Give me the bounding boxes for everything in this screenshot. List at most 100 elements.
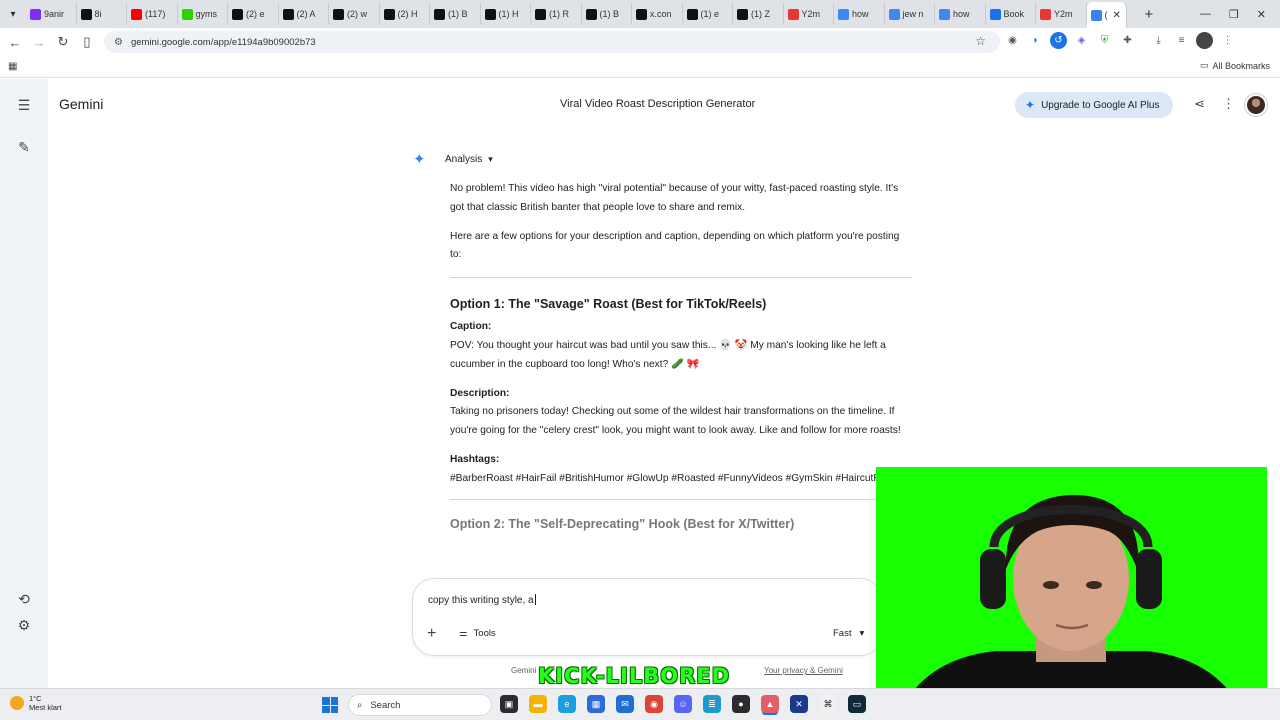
- site-info-icon[interactable]: ⚙: [114, 37, 123, 48]
- browser-tab[interactable]: Book: [986, 3, 1036, 25]
- extension-purple-icon[interactable]: ◈: [1073, 32, 1090, 49]
- browser-tab[interactable]: (1) H: [481, 3, 531, 25]
- side-panel-icon[interactable]: ▯: [75, 30, 99, 54]
- windows-start-icon[interactable]: [322, 697, 338, 713]
- chevron-down-icon: ▾: [859, 628, 865, 639]
- scroll-fade: [440, 550, 880, 580]
- minimize-icon[interactable]: —: [1200, 8, 1211, 20]
- tools-button[interactable]: ⚌ Tools: [459, 628, 496, 639]
- upgrade-button[interactable]: ✦ Upgrade to Google AI Plus: [1015, 92, 1173, 118]
- browser-tab[interactable]: x.con: [632, 3, 683, 25]
- bookmark-star-icon[interactable]: ☆: [975, 34, 986, 48]
- x-icon: [484, 8, 496, 20]
- gemini-brand[interactable]: Gemini: [59, 96, 103, 112]
- text-caret: [534, 594, 536, 605]
- profile-avatar-icon[interactable]: [1196, 32, 1213, 49]
- terminal-icon[interactable]: ▭: [848, 695, 866, 713]
- edge-icon[interactable]: e: [558, 695, 576, 713]
- browser-tab[interactable]: (1) Z: [733, 3, 784, 25]
- browser-tab[interactable]: jew n: [885, 3, 935, 25]
- browser-tab[interactable]: (1) e: [683, 3, 733, 25]
- download-icon[interactable]: ⤓: [1150, 32, 1167, 49]
- browser-tab[interactable]: Y2m: [1036, 3, 1087, 25]
- extension-blue-icon[interactable]: ↺: [1050, 32, 1067, 49]
- forward-button[interactable]: →: [27, 30, 51, 54]
- browser-tab[interactable]: gyms: [178, 3, 228, 25]
- back-button[interactable]: ←: [3, 30, 27, 54]
- x-icon: [383, 8, 395, 20]
- tab-label: (1) B: [599, 9, 620, 19]
- tab-search-icon[interactable]: ▾: [0, 0, 26, 28]
- x-icon: [282, 8, 294, 20]
- apps-grid-icon[interactable]: ▦: [8, 61, 17, 72]
- browser-tab-strip: ▾ 9anir 8i (117) gyms (2) e (2) A (2) w (2) H (1…: [0, 0, 1280, 28]
- shield-extension-icon[interactable]: ⛨: [1096, 32, 1113, 49]
- main-menu-icon[interactable]: ☰: [14, 95, 34, 115]
- new-tab-button[interactable]: +: [1138, 3, 1160, 25]
- capcut-icon[interactable]: ✕: [790, 695, 808, 713]
- settings-icon[interactable]: ⚙: [14, 615, 34, 635]
- weather-widget[interactable]: 1°C Mest klart: [10, 694, 62, 712]
- browser-tab[interactable]: (2) w: [329, 3, 380, 25]
- streamer-figure: [896, 495, 1247, 720]
- extensions-puzzle-icon[interactable]: ✚: [1119, 32, 1136, 49]
- model-selector-label[interactable]: Analysis: [445, 154, 482, 165]
- share-icon[interactable]: ⋖: [1194, 96, 1205, 112]
- browser-tab[interactable]: 9anir: [26, 3, 77, 25]
- reading-list-icon[interactable]: ≡: [1173, 32, 1190, 49]
- close-tab-icon[interactable]: ✕: [1113, 10, 1121, 21]
- all-bookmarks-button[interactable]: ▭ All Bookmarks: [1200, 60, 1270, 71]
- store-icon[interactable]: ▦: [587, 695, 605, 713]
- browser-tab[interactable]: (2) H: [380, 3, 430, 25]
- browser-tab[interactable]: Y2m: [784, 3, 834, 25]
- user-avatar[interactable]: [1245, 94, 1267, 116]
- reload-button[interactable]: ↻: [51, 30, 75, 54]
- close-window-icon[interactable]: ✕: [1257, 8, 1266, 21]
- folder-icon: ▭: [1199, 60, 1209, 70]
- discord-icon[interactable]: ☺: [674, 695, 692, 713]
- all-bookmarks-label: All Bookmarks: [1212, 60, 1270, 71]
- prompt-input[interactable]: copy this writing style, a: [428, 594, 536, 606]
- address-bar[interactable]: ⚙ gemini.google.com/app/e1194a9b09002b73…: [104, 31, 1000, 53]
- more-options-icon[interactable]: ⋮: [1222, 96, 1235, 112]
- chrome-icon[interactable]: ◉: [645, 695, 663, 713]
- browser-tab[interactable]: 8i: [77, 3, 127, 25]
- new-chat-icon[interactable]: ✎: [14, 137, 34, 157]
- mail-icon[interactable]: ✉: [616, 695, 634, 713]
- obs-icon[interactable]: ●: [732, 695, 750, 713]
- capture-icon[interactable]: ⌘: [819, 695, 837, 713]
- stream-watermark: KICK-LILBORED: [538, 664, 731, 688]
- prompt-composer[interactable]: copy this writing style, a + ⚌ Tools Fas…: [412, 578, 882, 656]
- history-icon[interactable]: ⟲: [14, 589, 34, 609]
- window-controls: — ❐ ✕: [1160, 8, 1280, 21]
- chevron-down-icon[interactable]: ▾: [488, 154, 493, 165]
- hashtags-text: #BarberRoast #HairFail #BritishHumor #Gl…: [450, 472, 907, 484]
- mode-selector[interactable]: Fast ▾: [833, 628, 864, 639]
- conversation-title[interactable]: Viral Video Roast Description Generator: [560, 98, 755, 110]
- browser-tab[interactable]: (2) e: [228, 3, 279, 25]
- add-attachment-icon[interactable]: +: [427, 625, 436, 643]
- x-icon: [232, 8, 243, 20]
- active-app-icon[interactable]: ▲: [761, 695, 779, 713]
- browser-tab[interactable]: (2) A: [279, 3, 329, 25]
- browser-tab[interactable]: (1) B: [582, 3, 632, 25]
- browser-tab[interactable]: how: [935, 3, 986, 25]
- browser-menu-icon[interactable]: ⋮: [1219, 32, 1236, 49]
- x-icon: [434, 8, 445, 20]
- temperature: 1°C: [29, 694, 42, 703]
- task-view-icon[interactable]: ▣: [500, 695, 518, 713]
- browser-tab[interactable]: (1) R: [531, 3, 582, 25]
- browser-tab[interactable]: how: [834, 3, 885, 25]
- app-icon[interactable]: ≣: [703, 695, 721, 713]
- taskbar-search[interactable]: ⌕ Search: [348, 694, 492, 716]
- description-text: Taking no prisoners today! Checking out …: [450, 406, 901, 437]
- gemini-icon: [1090, 9, 1102, 21]
- browser-tab[interactable]: (117): [127, 3, 178, 25]
- google-lens-icon[interactable]: ◉: [1004, 32, 1021, 49]
- privacy-link[interactable]: Your privacy & Gemini: [764, 666, 843, 675]
- audio-icon[interactable]: ◗: [1027, 32, 1044, 49]
- browser-tab[interactable]: (1) B: [430, 3, 481, 25]
- restore-icon[interactable]: ❐: [1229, 8, 1239, 21]
- file-explorer-icon[interactable]: ▬: [529, 695, 547, 713]
- browser-tab-active[interactable]: (✕: [1086, 2, 1127, 28]
